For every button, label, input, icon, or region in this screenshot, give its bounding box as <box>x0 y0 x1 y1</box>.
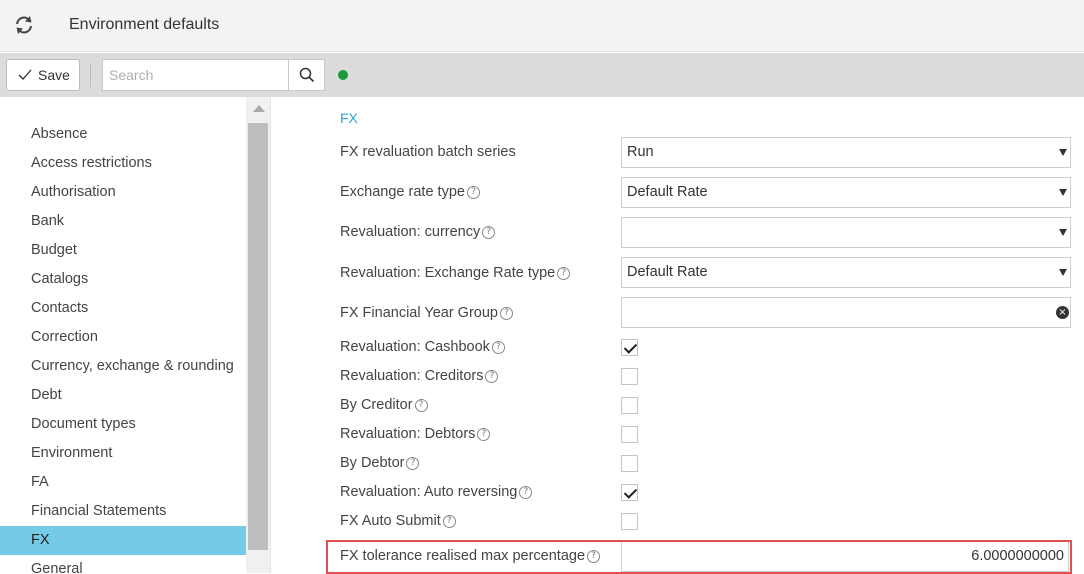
help-icon[interactable]: ? <box>491 340 505 354</box>
label-text: Exchange rate type <box>340 184 465 200</box>
dropdown-arrow-icon <box>1059 149 1067 156</box>
save-button[interactable]: Save <box>6 59 80 91</box>
sidebar-item-document-types[interactable]: Document types <box>0 410 246 439</box>
help-icon[interactable]: ? <box>477 427 491 441</box>
sidebar-item-debt[interactable]: Debt <box>0 381 246 410</box>
reval-auto-reversing-checkbox[interactable] <box>621 484 638 501</box>
help-icon[interactable]: ? <box>414 398 428 412</box>
label-text: Revaluation: Cashbook <box>340 339 490 355</box>
sidebar-item-budget[interactable]: Budget <box>0 236 246 265</box>
field-label-exchange-rate-type: Exchange rate type? <box>340 184 480 200</box>
page-title: Environment defaults <box>69 16 220 33</box>
field-label-reval-cashbook: Revaluation: Cashbook? <box>340 339 505 355</box>
help-icon[interactable]: ? <box>406 456 420 470</box>
dropdown-arrow-icon <box>1059 269 1067 276</box>
sidebar-nav: Absence Access restrictions Authorisatio… <box>0 120 246 573</box>
label-text: Revaluation: Exchange Rate type <box>340 265 556 281</box>
financial-year-group-input[interactable]: × <box>621 297 1071 328</box>
select-value: Run <box>627 144 654 160</box>
sidebar-item-authorisation[interactable]: Authorisation <box>0 178 246 207</box>
field-label-financial-year-group: FX Financial Year Group? <box>340 305 513 321</box>
sidebar-item-bank[interactable]: Bank <box>0 207 246 236</box>
field-label-auto-submit: FX Auto Submit? <box>340 513 456 529</box>
field-label-reval-creditors: Revaluation: Creditors? <box>340 368 499 384</box>
by-debtor-checkbox[interactable] <box>621 455 638 472</box>
sidebar-item-absence[interactable]: Absence <box>0 120 246 149</box>
section-title: FX <box>340 110 358 126</box>
sidebar-item-catalogs[interactable]: Catalogs <box>0 265 246 294</box>
reval-cashbook-checkbox[interactable] <box>621 339 638 356</box>
toolbar-divider <box>90 63 91 87</box>
label-text: FX revaluation batch series <box>340 144 516 160</box>
sidebar: Absence Access restrictions Authorisatio… <box>0 97 271 573</box>
field-label-reval-exchange-rate-type: Revaluation: Exchange Rate type? <box>340 265 571 281</box>
status-indicator-dot <box>338 70 348 80</box>
label-text: FX Auto Submit <box>340 513 441 529</box>
reval-debtors-checkbox[interactable] <box>621 426 638 443</box>
label-text: FX Financial Year Group <box>340 305 498 321</box>
field-label-reval-currency: Revaluation: currency? <box>340 224 496 240</box>
save-button-label: Save <box>38 67 70 83</box>
field-label-reval-auto-reversing: Revaluation: Auto reversing? <box>340 484 533 500</box>
dropdown-arrow-icon <box>1059 229 1067 236</box>
help-icon[interactable]: ? <box>587 549 601 563</box>
batch-series-select[interactable]: Run <box>621 137 1071 168</box>
scroll-up-arrow-icon[interactable] <box>253 105 265 112</box>
help-icon[interactable]: ? <box>442 514 456 528</box>
clear-icon[interactable]: × <box>1056 306 1069 319</box>
auto-submit-checkbox[interactable] <box>621 513 638 530</box>
help-icon[interactable]: ? <box>499 306 513 320</box>
exchange-rate-type-select[interactable]: Default Rate <box>621 177 1071 208</box>
sidebar-item-fa[interactable]: FA <box>0 468 246 497</box>
by-creditor-checkbox[interactable] <box>621 397 638 414</box>
reval-exchange-rate-type-select[interactable]: Default Rate <box>621 257 1071 288</box>
label-text: Revaluation: Auto reversing <box>340 484 518 500</box>
field-label-batch-series: FX revaluation batch series <box>340 144 516 160</box>
field-label-tolerance-max-pct: FX tolerance realised max percentage? <box>340 548 601 564</box>
help-icon[interactable]: ? <box>519 485 533 499</box>
help-icon[interactable]: ? <box>466 185 480 199</box>
help-icon[interactable]: ? <box>485 369 499 383</box>
help-icon[interactable]: ? <box>482 225 496 239</box>
sidebar-item-financial-statements[interactable]: Financial Statements <box>0 497 246 526</box>
field-label-by-debtor: By Debtor? <box>340 455 420 471</box>
sidebar-item-correction[interactable]: Correction <box>0 323 246 352</box>
refresh-icon[interactable] <box>13 14 35 36</box>
label-text: By Debtor <box>340 455 405 471</box>
search-button[interactable] <box>288 59 325 91</box>
sidebar-item-access-restrictions[interactable]: Access restrictions <box>0 149 246 178</box>
label-text: By Creditor <box>340 397 413 413</box>
sidebar-item-fx[interactable]: FX <box>0 526 246 555</box>
select-value: Default Rate <box>627 264 708 280</box>
label-text: FX tolerance realised max percentage <box>340 548 586 564</box>
reval-creditors-checkbox[interactable] <box>621 368 638 385</box>
scrollbar-thumb[interactable] <box>248 123 268 550</box>
tolerance-max-pct-input[interactable]: 6.0000000000 <box>621 542 1069 572</box>
search-input[interactable] <box>102 59 288 91</box>
field-label-reval-debtors: Revaluation: Debtors? <box>340 426 491 442</box>
main-panel: FX FX revaluation batch series Run Excha… <box>271 97 1084 574</box>
help-icon[interactable]: ? <box>557 266 571 280</box>
sidebar-item-environment[interactable]: Environment <box>0 439 246 468</box>
dropdown-arrow-icon <box>1059 189 1067 196</box>
sidebar-item-currency-exchange-rounding[interactable]: Currency, exchange & rounding <box>0 352 246 381</box>
toolbar: Save <box>0 53 1084 97</box>
reval-currency-select[interactable] <box>621 217 1071 248</box>
select-value: Default Rate <box>627 184 708 200</box>
search-icon <box>299 67 314 83</box>
field-label-by-creditor: By Creditor? <box>340 397 428 413</box>
sidebar-scrollbar[interactable] <box>246 97 270 573</box>
checkmark-icon <box>18 69 32 80</box>
label-text: Revaluation: Creditors <box>340 368 484 384</box>
title-bar: Environment defaults <box>0 0 1084 52</box>
label-text: Revaluation: currency <box>340 224 481 240</box>
sidebar-item-general[interactable]: General <box>0 555 246 573</box>
sidebar-item-contacts[interactable]: Contacts <box>0 294 246 323</box>
label-text: Revaluation: Debtors <box>340 426 476 442</box>
